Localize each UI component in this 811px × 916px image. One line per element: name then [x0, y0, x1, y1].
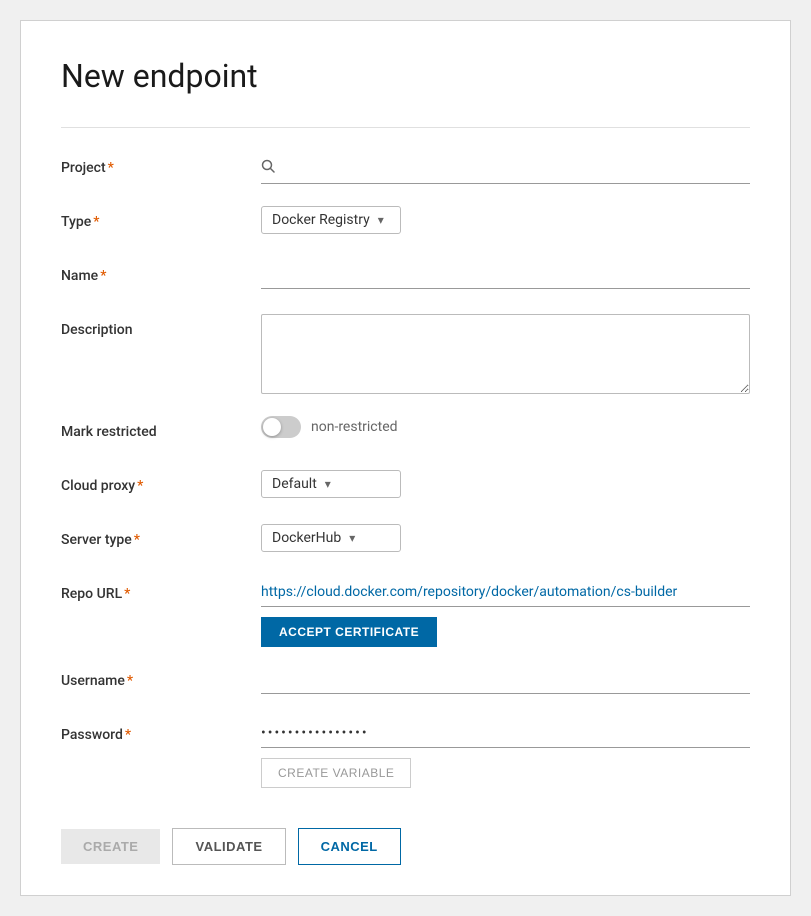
server-type-select[interactable]: DockerHub ▾: [261, 524, 401, 552]
project-input[interactable]: AWS_PGProj: [283, 160, 750, 176]
password-label: Password*: [61, 719, 261, 743]
footer-buttons: CREATE VALIDATE CANCEL: [61, 818, 750, 865]
toggle-label: non-restricted: [311, 419, 398, 435]
mark-restricted-label: Mark restricted: [61, 416, 261, 440]
new-endpoint-dialog: New endpoint Project* AWS_PGProj Type*: [20, 20, 791, 896]
username-input[interactable]: automationuser: [261, 665, 750, 694]
project-row: Project* AWS_PGProj: [61, 152, 750, 188]
chevron-down-icon: ▾: [325, 477, 331, 491]
description-control: [261, 314, 750, 398]
repo-url-row: Repo URL* https://cloud.docker.com/repos…: [61, 578, 750, 647]
cancel-button[interactable]: CANCEL: [298, 828, 401, 865]
page-title: New endpoint: [61, 57, 750, 95]
description-row: Description: [61, 314, 750, 398]
search-icon: [261, 158, 275, 177]
cloud-proxy-row: Cloud proxy* Default ▾: [61, 470, 750, 506]
repo-url-label: Repo URL*: [61, 578, 261, 602]
username-control: automationuser: [261, 665, 750, 694]
name-control: dockerhub-endpoint: [261, 260, 750, 289]
description-textarea[interactable]: [261, 314, 750, 394]
accept-certificate-button[interactable]: ACCEPT CERTIFICATE: [261, 617, 437, 647]
mark-restricted-row: Mark restricted non-restricted: [61, 416, 750, 452]
cloud-proxy-select[interactable]: Default ▾: [261, 470, 401, 498]
name-input[interactable]: dockerhub-endpoint: [261, 260, 750, 289]
project-label: Project*: [61, 152, 261, 176]
restricted-toggle[interactable]: [261, 416, 301, 438]
create-variable-button: CREATE VARIABLE: [261, 758, 411, 788]
type-select[interactable]: Docker Registry ▾: [261, 206, 401, 234]
server-type-label: Server type*: [61, 524, 261, 548]
toggle-knob: [263, 418, 281, 436]
chevron-down-icon: ▾: [378, 213, 384, 227]
project-input-wrapper: AWS_PGProj: [261, 152, 750, 184]
create-button: CREATE: [61, 829, 160, 864]
cloud-proxy-control: Default ▾: [261, 470, 750, 498]
description-label: Description: [61, 314, 261, 338]
repo-url-value: https://cloud.docker.com/repository/dock…: [261, 578, 750, 607]
project-control: AWS_PGProj: [261, 152, 750, 184]
chevron-down-icon: ▾: [349, 531, 355, 545]
toggle-row: non-restricted: [261, 416, 750, 438]
password-dots: ••••••••••••••••: [261, 719, 750, 748]
username-label: Username*: [61, 665, 261, 689]
password-control: •••••••••••••••• CREATE VARIABLE: [261, 719, 750, 788]
server-type-row: Server type* DockerHub ▾: [61, 524, 750, 560]
type-control: Docker Registry ▾: [261, 206, 750, 234]
type-row: Type* Docker Registry ▾: [61, 206, 750, 242]
repo-url-control: https://cloud.docker.com/repository/dock…: [261, 578, 750, 647]
server-type-control: DockerHub ▾: [261, 524, 750, 552]
password-row: Password* •••••••••••••••• CREATE VARIAB…: [61, 719, 750, 788]
name-label: Name*: [61, 260, 261, 284]
cloud-proxy-label: Cloud proxy*: [61, 470, 261, 494]
username-row: Username* automationuser: [61, 665, 750, 701]
type-label: Type*: [61, 206, 261, 230]
name-row: Name* dockerhub-endpoint: [61, 260, 750, 296]
divider: [61, 127, 750, 128]
mark-restricted-control: non-restricted: [261, 416, 750, 438]
validate-button[interactable]: VALIDATE: [172, 828, 285, 865]
